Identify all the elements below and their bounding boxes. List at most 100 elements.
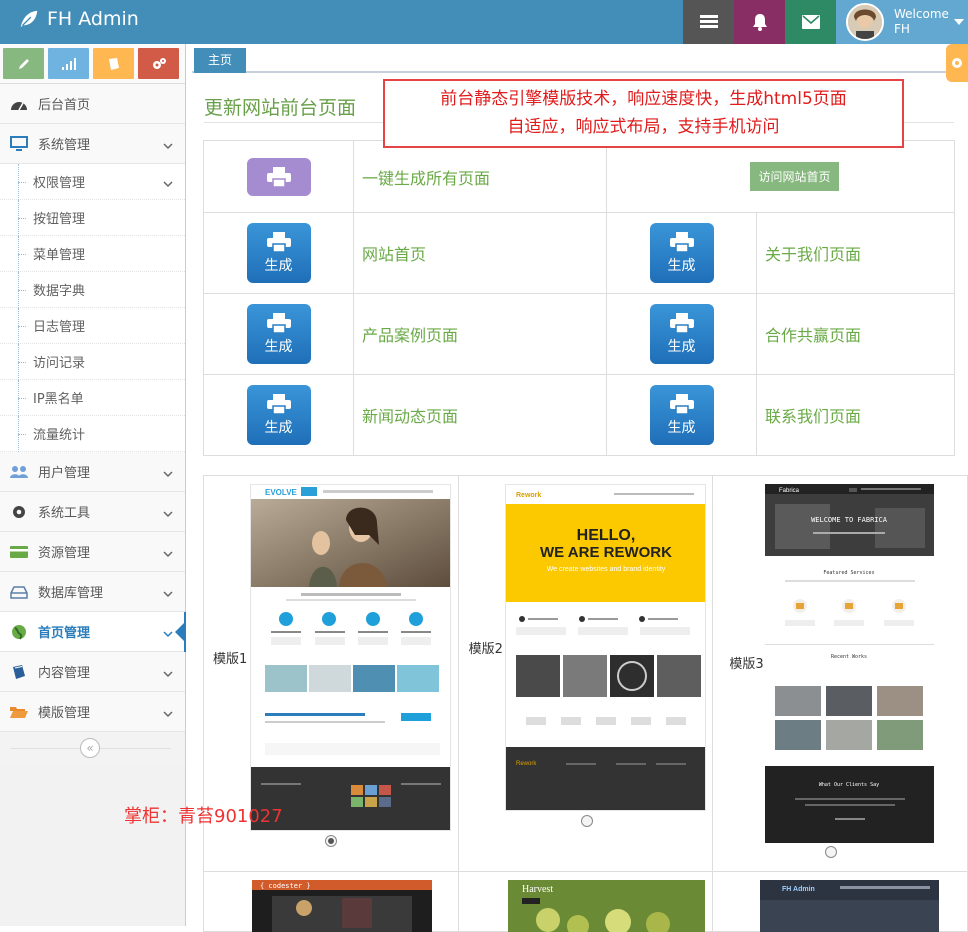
page-label: 关于我们页面	[756, 212, 955, 294]
active-indicator	[175, 622, 185, 642]
notice-line-2: 自适应，响应式布局，支持手机访问	[507, 117, 780, 137]
submenu-label: 菜单管理	[33, 248, 86, 263]
shortcut-signal[interactable]	[48, 48, 89, 79]
sidebar-item-home[interactable]: 后台首页	[0, 84, 185, 124]
submenu-item[interactable]: 按钮管理	[0, 200, 185, 236]
sidebar-item-content[interactable]: 内容管理	[0, 652, 185, 692]
generate-products-button[interactable]: 生成	[246, 304, 311, 364]
sidebar-item-database[interactable]: 数据库管理	[0, 572, 185, 612]
bell-icon	[752, 14, 767, 31]
template-label: 模版3	[729, 657, 764, 672]
sidebar-item-label: 模版管理	[38, 706, 91, 721]
brand[interactable]: FH Admin	[18, 8, 139, 30]
chevron-down-icon	[163, 547, 173, 562]
print-icon	[266, 231, 291, 252]
submenu-label: 日志管理	[33, 320, 86, 335]
sidebar-shortcuts	[0, 44, 185, 84]
page-label: 产品案例页面	[353, 293, 607, 375]
print-icon	[669, 231, 694, 252]
t4-logo: { codester }	[260, 882, 311, 890]
shortcut-pencil[interactable]	[3, 48, 44, 79]
t2-hero-3: We create websites and brand identity	[546, 566, 665, 573]
caret-down-icon	[954, 19, 964, 25]
chevron-down-icon	[163, 667, 173, 682]
page-label: 合作共赢页面	[756, 293, 955, 375]
t2-hero-2: WE ARE REWORK	[540, 544, 672, 561]
template-cell-4: { codester }	[203, 871, 459, 932]
submenu-item[interactable]: 流量统计	[0, 416, 185, 452]
template-3-thumbnail[interactable]: Fabrica WELCOME TO FABRICA Featured Serv…	[765, 484, 935, 843]
page-label: 网站首页	[353, 212, 607, 294]
generate-news-button[interactable]: 生成	[246, 385, 311, 445]
sidebar-item-users[interactable]: 用户管理	[0, 452, 185, 492]
avatar	[846, 3, 884, 41]
sidebar-item-label: 用户管理	[38, 466, 91, 481]
gen-cell: 生成	[203, 293, 354, 375]
print-icon	[266, 393, 291, 414]
template-5-thumbnail[interactable]: Harvest	[507, 880, 705, 932]
generate-about-button[interactable]: 生成	[649, 223, 714, 283]
sidebar: 后台首页 系统管理 权限管理 按钮管理 菜单管理 数据字典 日志管理 访问记录 …	[0, 44, 186, 926]
template-1-radio[interactable]	[325, 835, 337, 847]
folder-open-icon	[8, 702, 30, 722]
gen-all-label: 一键生成所有页面	[353, 140, 607, 213]
sidebar-item-homepage-mgmt[interactable]: 首页管理	[0, 612, 186, 652]
template-2-radio[interactable]	[580, 815, 593, 827]
cog-icon	[8, 502, 30, 522]
tab-home[interactable]: 主页	[194, 48, 246, 73]
users-icon	[8, 462, 30, 482]
t3-clients: What Our Clients Say	[819, 782, 879, 788]
hdd-icon	[8, 582, 30, 602]
collapse-sidebar-button[interactable]: «	[80, 738, 100, 758]
sidebar-item-label: 系统管理	[38, 138, 91, 153]
t3-hero: WELCOME TO FABRICA	[811, 516, 888, 524]
t6-logo: FH Admin	[782, 886, 815, 893]
generate-partners-button[interactable]: 生成	[649, 304, 714, 364]
tasks-icon	[699, 15, 718, 28]
visit-site-button[interactable]: 访问网站首页	[750, 162, 839, 191]
t3-works: Recent Works	[831, 654, 867, 660]
submenu-item[interactable]: 访问记录	[0, 344, 185, 380]
chevron-down-icon	[163, 507, 173, 522]
generate-home-button[interactable]: 生成	[246, 223, 311, 283]
globe-icon	[8, 622, 30, 642]
navbar: FH Admin Welcome FH	[0, 0, 968, 44]
button-label: 生成	[264, 419, 293, 436]
template-2-thumbnail[interactable]: Rework HELLO, WE ARE REWORK We create we…	[504, 484, 706, 811]
notice-line-1: 前台静态引擎模版技术，响应速度快，生成html5页面	[440, 89, 847, 109]
sidebar-item-label: 首页管理	[38, 626, 91, 641]
user-menu[interactable]: Welcome FH	[836, 0, 968, 44]
template-1-thumbnail[interactable]: EVOLVE	[250, 484, 451, 831]
sidebar-item-tools[interactable]: 系统工具	[0, 492, 185, 532]
tab-bar: 主页	[192, 48, 968, 73]
notice-box: 前台静态引擎模版技术，响应速度快，生成html5页面 自适应，响应式布局，支持手…	[383, 79, 904, 148]
settings-handle[interactable]	[946, 44, 968, 82]
template-3-radio[interactable]	[825, 846, 838, 858]
submenu-item[interactable]: 数据字典	[0, 272, 185, 308]
submenu-item[interactable]: 日志管理	[0, 308, 185, 344]
gen-cell: 生成	[203, 212, 354, 294]
submenu-item[interactable]: 权限管理	[0, 164, 185, 200]
generate-all-button[interactable]	[246, 157, 311, 196]
tasks-button[interactable]	[683, 0, 734, 44]
sidebar-item-templates[interactable]: 模版管理	[0, 692, 185, 732]
sidebar-item-resources[interactable]: 资源管理	[0, 532, 185, 572]
submenu-label: 访问记录	[33, 356, 86, 371]
button-label: 生成	[264, 257, 293, 274]
submenu-item[interactable]: IP黑名单	[0, 380, 185, 416]
template-4-thumbnail[interactable]: { codester }	[252, 880, 432, 932]
page-title: 更新网站前台页面	[204, 97, 357, 119]
chevron-down-icon	[163, 177, 173, 192]
submenu-item[interactable]: 菜单管理	[0, 236, 185, 272]
leaf-icon	[20, 10, 38, 28]
shortcut-cogs[interactable]	[138, 48, 179, 79]
notifications-button[interactable]	[734, 0, 785, 44]
t5-logo: Harvest	[522, 884, 553, 895]
generate-contact-button[interactable]: 生成	[649, 385, 714, 445]
sidebar-item-system[interactable]: 系统管理	[0, 124, 185, 164]
brand-title: FH Admin	[47, 8, 139, 30]
shortcut-book[interactable]	[93, 48, 134, 79]
chevron-down-icon	[163, 627, 173, 642]
messages-button[interactable]	[785, 0, 836, 44]
template-6-thumbnail[interactable]: FH Admin	[760, 880, 940, 932]
